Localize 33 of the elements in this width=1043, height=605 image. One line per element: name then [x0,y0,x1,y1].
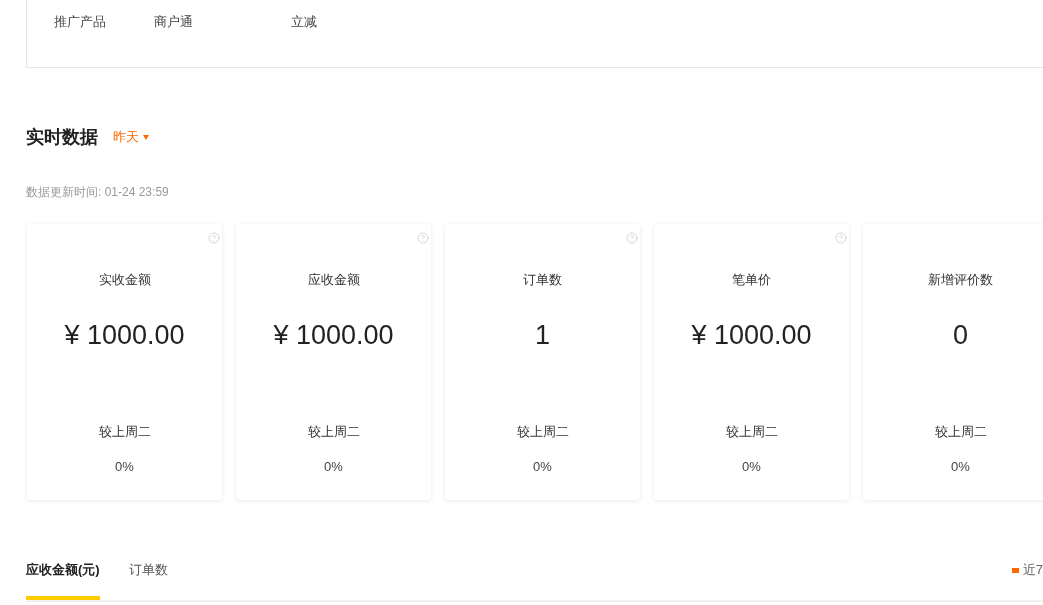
metric-label: 实收金额 [98,271,151,289]
help-icon[interactable] [626,232,638,244]
metric-label: 订单数 [523,271,562,289]
change-value: 0% [533,458,552,476]
metric-label: 笔单价 [732,271,771,289]
change-value: 0% [115,458,134,476]
chart-tab[interactable]: 订单数 [128,560,168,600]
chart-tab[interactable]: 应收金额(元) [26,560,100,600]
metric-label: 应收金额 [307,271,360,289]
section-title: 实时数据 [26,126,98,149]
legend-label: 近7 [1022,561,1043,579]
metric-value: 1 [535,319,550,352]
help-icon[interactable] [208,232,220,244]
metric-value: ¥ 1000.00 [273,319,394,352]
change-value: 0% [951,458,970,476]
table-cell-text: 推广产品 [54,13,107,31]
caret-icon [143,134,149,140]
compare-label: 较上周二 [307,423,360,441]
metric-value: ¥ 1000.00 [64,319,185,352]
help-icon[interactable] [835,232,847,244]
table-cell: 立减 [291,13,317,31]
compare-label: 较上周二 [98,423,151,441]
compare-label: 较上周二 [516,423,569,441]
compare-label: 较上周二 [725,423,778,441]
change-value: 0% [324,458,343,476]
metric-value: ¥ 1000.00 [691,319,812,352]
metric-label: 新增评价数 [928,271,993,289]
update-time-text: 数据更新时间: 01-24 23:59 [26,184,169,200]
metric-value: 0 [953,319,968,352]
change-value: 0% [742,458,761,476]
table-cell-text: 商户通 [154,13,194,31]
compare-label: 较上周二 [934,423,987,441]
help-icon[interactable] [417,232,429,244]
